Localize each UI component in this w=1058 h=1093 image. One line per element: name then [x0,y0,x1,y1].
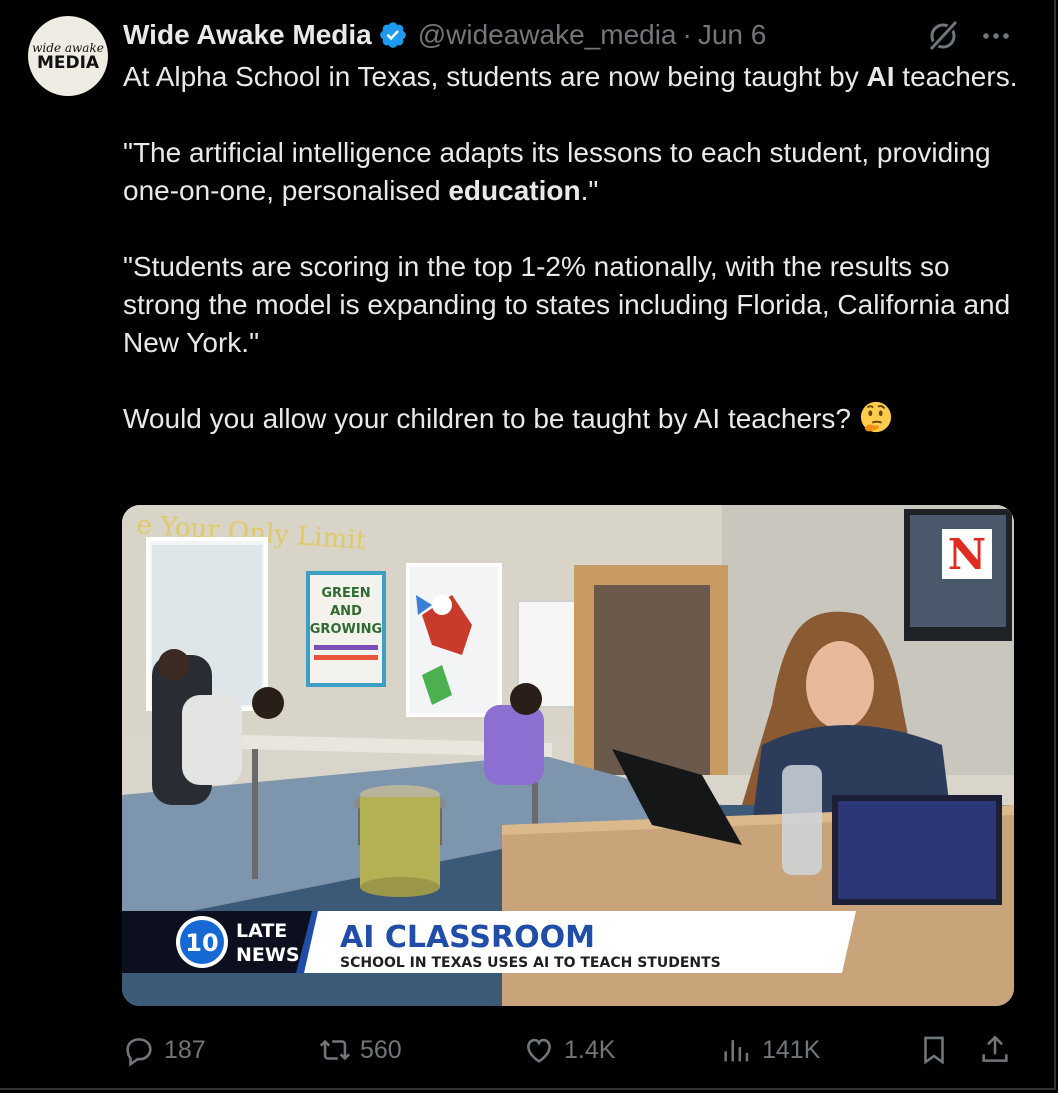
like-count: 1.4K [564,1035,616,1064]
reply-count: 187 [164,1035,206,1064]
display-name[interactable]: Wide Awake Media [123,19,372,51]
separator-dot: · [682,19,692,50]
repost-icon [319,1039,351,1061]
handle[interactable]: @wideawake_media [418,19,677,51]
views-button[interactable]: 141K [720,1030,820,1070]
banner-subtitle: SCHOOL IN TEXAS USES AI TO TEACH STUDENT… [340,955,721,971]
tweet-paragraph-3: "Students are scoring in the top 1-2% na… [123,251,1011,358]
poster-line-2: AND [330,604,362,619]
tweet-text: At Alpha School in Texas, students are n… [123,58,1023,476]
bookmark-icon [924,1036,944,1065]
avatar[interactable]: wide awake MEDIA [28,16,108,96]
tweet-paragraph-2: "The artificial intelligence adapts its … [123,137,991,206]
video-frame: e Your Only Limit GREEN AND GROWING N 10… [122,505,1014,1006]
banner-title: AI CLASSROOM [340,920,595,955]
bookmark-button[interactable] [917,1030,951,1070]
tweet-paragraph-4: Would you allow your children to be taug… [123,400,1023,438]
tweet-paragraph-1: At Alpha School in Texas, students are n… [123,61,1018,92]
tweet-date[interactable]: Jun 6 [698,19,767,51]
poster-line-1: GREEN [321,586,370,601]
views-count: 141K [762,1035,821,1064]
tweet-actions: 187 560 1.4K 141K [122,1030,1014,1070]
like-button[interactable]: 1.4K [522,1030,615,1070]
verified-badge-icon[interactable] [378,20,408,50]
banner-logo-number: 10 [185,929,218,957]
more-icon[interactable] [978,18,1014,54]
banner-logo-line-1: LATE [236,920,287,942]
repost-button[interactable]: 560 [318,1030,402,1070]
avatar-text-bottom: MEDIA [36,53,100,73]
views-icon [724,1040,749,1062]
channel-logo: N [948,530,986,579]
share-icon [982,1035,1008,1062]
tweet-header: Wide Awake Media @wideawake_media · Jun … [123,14,766,56]
grok-icon[interactable] [925,18,961,54]
thinking-face-emoji [860,401,891,433]
banner-logo-line-2: NEWS [236,944,300,966]
video-media[interactable]: e Your Only Limit GREEN AND GROWING N 10… [122,505,1014,1006]
poster-line-3: GROWING [310,622,382,637]
bold-ai: AI [866,61,895,92]
reply-button[interactable]: 187 [122,1030,206,1070]
repost-count: 560 [360,1035,402,1064]
bold-education: education [448,175,581,206]
share-button[interactable] [978,1030,1012,1070]
like-icon [527,1038,551,1063]
reply-icon [126,1038,152,1067]
